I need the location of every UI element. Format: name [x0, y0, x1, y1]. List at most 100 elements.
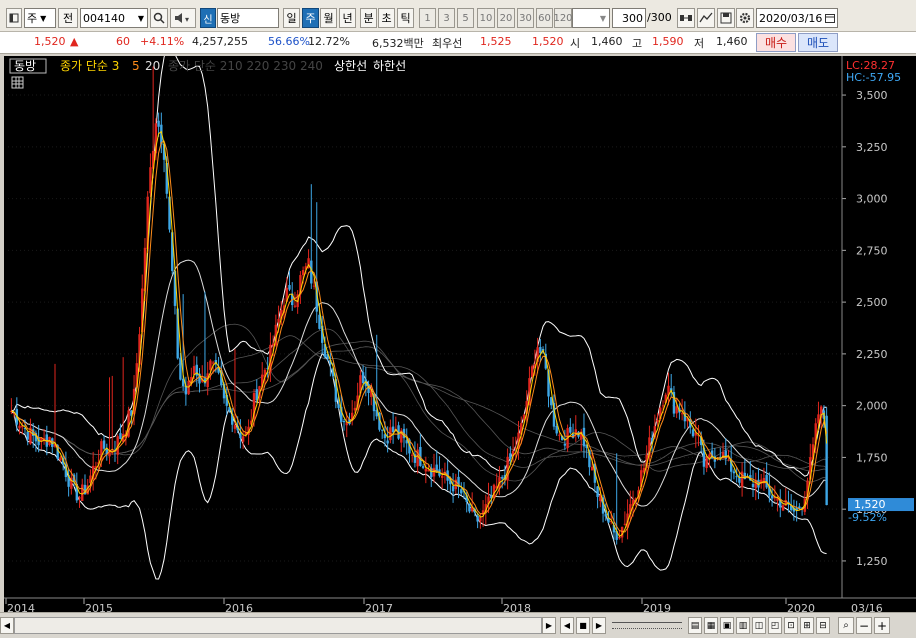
speed-slider[interactable]	[612, 622, 682, 629]
candle-body	[361, 372, 365, 384]
stop-icon[interactable]: ■	[576, 617, 590, 634]
candle-body	[476, 516, 479, 522]
chart-canvas[interactable]: 3,500 3,250 3,000 2,750 2,500 2,250 2,000 1,750…	[4, 46, 916, 618]
calendar-icon[interactable]	[825, 13, 835, 23]
chart-option-8-icon[interactable]: ⊞	[800, 617, 814, 634]
count-input[interactable]: 300	[612, 8, 646, 28]
ask-price: 1,525	[480, 35, 512, 48]
chevron-down-icon: ▼	[599, 13, 606, 23]
candle-body	[293, 305, 297, 307]
timeframe-tab-2[interactable]: 월	[320, 8, 337, 28]
candle-body	[539, 346, 542, 353]
zoom-out-button[interactable]: −	[856, 617, 872, 634]
chart-option-9-icon[interactable]: ⊟	[816, 617, 830, 634]
candle-body	[353, 407, 357, 411]
buy-button[interactable]: 매수	[756, 33, 796, 52]
candle-body	[342, 420, 346, 423]
timeframe-tab-4[interactable]: 분	[360, 8, 377, 28]
scroll-right-button[interactable]: ▶	[542, 617, 556, 634]
credit-badge: 신	[200, 8, 216, 28]
candle-body	[233, 424, 237, 429]
hc-label: HC:-57.95	[846, 71, 901, 84]
grid-toggle-icon[interactable]	[11, 76, 24, 89]
candle-body	[18, 425, 21, 429]
candle-body	[211, 362, 215, 364]
timeframe-tab-0[interactable]: 일	[283, 8, 300, 28]
low-label: 저	[694, 37, 705, 50]
window-menu-icon[interactable]	[6, 8, 22, 28]
chart-option-5-icon[interactable]: ◫	[752, 617, 766, 634]
stock-code-input[interactable]: 004140 ▼	[80, 8, 148, 28]
candle-body	[241, 436, 245, 442]
scroll-left-button[interactable]: ◀	[0, 617, 14, 634]
gear-icon[interactable]	[736, 8, 754, 28]
interval-dropdown[interactable]: ▼	[572, 8, 610, 28]
candle-body	[26, 431, 29, 440]
chart-option-7-icon[interactable]: ⊡	[784, 617, 798, 634]
candle-body	[421, 466, 425, 468]
bid-price: 1,520	[532, 35, 564, 48]
hidden-ma-label: 종가 단순 210 220 230 240	[168, 59, 323, 73]
timeframe-tab-3[interactable]: 년	[339, 8, 356, 28]
stock-name-field[interactable]: 동방	[217, 8, 279, 28]
lower-limit-label: 하한선	[373, 59, 406, 73]
current-price-axis-label: 1,520	[854, 498, 886, 511]
chart-option-2-icon[interactable]: ▦	[704, 617, 718, 634]
candle-body	[337, 404, 340, 408]
turnover-rate: 12.72%	[308, 35, 350, 48]
candle-body	[288, 285, 291, 290]
interval-button-0[interactable]: 1	[419, 8, 436, 28]
candle-body	[623, 523, 627, 525]
candle-body	[424, 468, 428, 472]
volume-ratio: 56.66%	[268, 35, 310, 48]
timeframe-tab-1[interactable]: 주	[302, 8, 319, 28]
candle-body	[705, 456, 708, 469]
sound-icon[interactable]: ▾	[170, 8, 196, 28]
market-select[interactable]: 주 ▼	[24, 8, 56, 28]
play-back-icon[interactable]: ◀	[560, 617, 574, 634]
open-label: 시	[570, 37, 581, 50]
candle-body	[569, 426, 572, 433]
chart-option-3-icon[interactable]: ▣	[720, 617, 734, 634]
ma3-label: 종가 단순 3	[60, 59, 119, 73]
candle-body	[460, 489, 463, 494]
sell-button[interactable]: 매도	[798, 33, 838, 52]
candle-body	[440, 475, 444, 478]
period-button[interactable]: 전	[58, 8, 78, 28]
price-chart[interactable]: 3,500 3,250 3,000 2,750 2,500 2,250 2,000 1,750…	[4, 46, 916, 618]
interval-button-7[interactable]: 120	[553, 8, 573, 28]
y-tick-label: 2,000	[856, 400, 888, 413]
draw-tool-icon[interactable]	[697, 8, 715, 28]
zoom-in-button[interactable]: +	[874, 617, 890, 634]
candle-body	[680, 413, 684, 415]
date-input[interactable]: 2020/03/16	[756, 8, 838, 28]
y-tick-label: 3,000	[856, 193, 888, 206]
candle-body	[391, 426, 395, 433]
play-icon[interactable]: ▶	[592, 617, 606, 634]
interval-button-2[interactable]: 5	[457, 8, 474, 28]
candle-body	[500, 477, 504, 479]
y-tick-label: 3,250	[856, 141, 888, 154]
candle-body	[255, 389, 258, 401]
save-icon[interactable]	[717, 8, 735, 28]
interval-button-4[interactable]: 20	[497, 8, 515, 28]
chart-option-6-icon[interactable]: ◰	[768, 617, 782, 634]
interval-button-1[interactable]: 3	[438, 8, 455, 28]
search-icon[interactable]: ⌕	[838, 617, 854, 634]
chart-option-1-icon[interactable]: ▤	[688, 617, 702, 634]
interval-button-3[interactable]: 10	[477, 8, 495, 28]
interval-button-6[interactable]: 60	[536, 8, 553, 28]
candle-body	[596, 486, 599, 497]
y-tick-label: 1,750	[856, 451, 888, 464]
scroll-track[interactable]	[14, 617, 542, 634]
interval-button-5[interactable]: 30	[517, 8, 534, 28]
y-tick-label: 2,500	[856, 296, 888, 309]
crosshair-icon[interactable]	[677, 8, 695, 28]
timeframe-tab-6[interactable]: 틱	[397, 8, 414, 28]
up-arrow-icon: ▲	[70, 35, 79, 48]
search-icon[interactable]	[150, 8, 168, 28]
chart-option-4-icon[interactable]: ▥	[736, 617, 750, 634]
timeframe-tab-5[interactable]: 초	[378, 8, 395, 28]
market-select-value: 주	[27, 12, 38, 25]
candle-body	[271, 343, 275, 346]
